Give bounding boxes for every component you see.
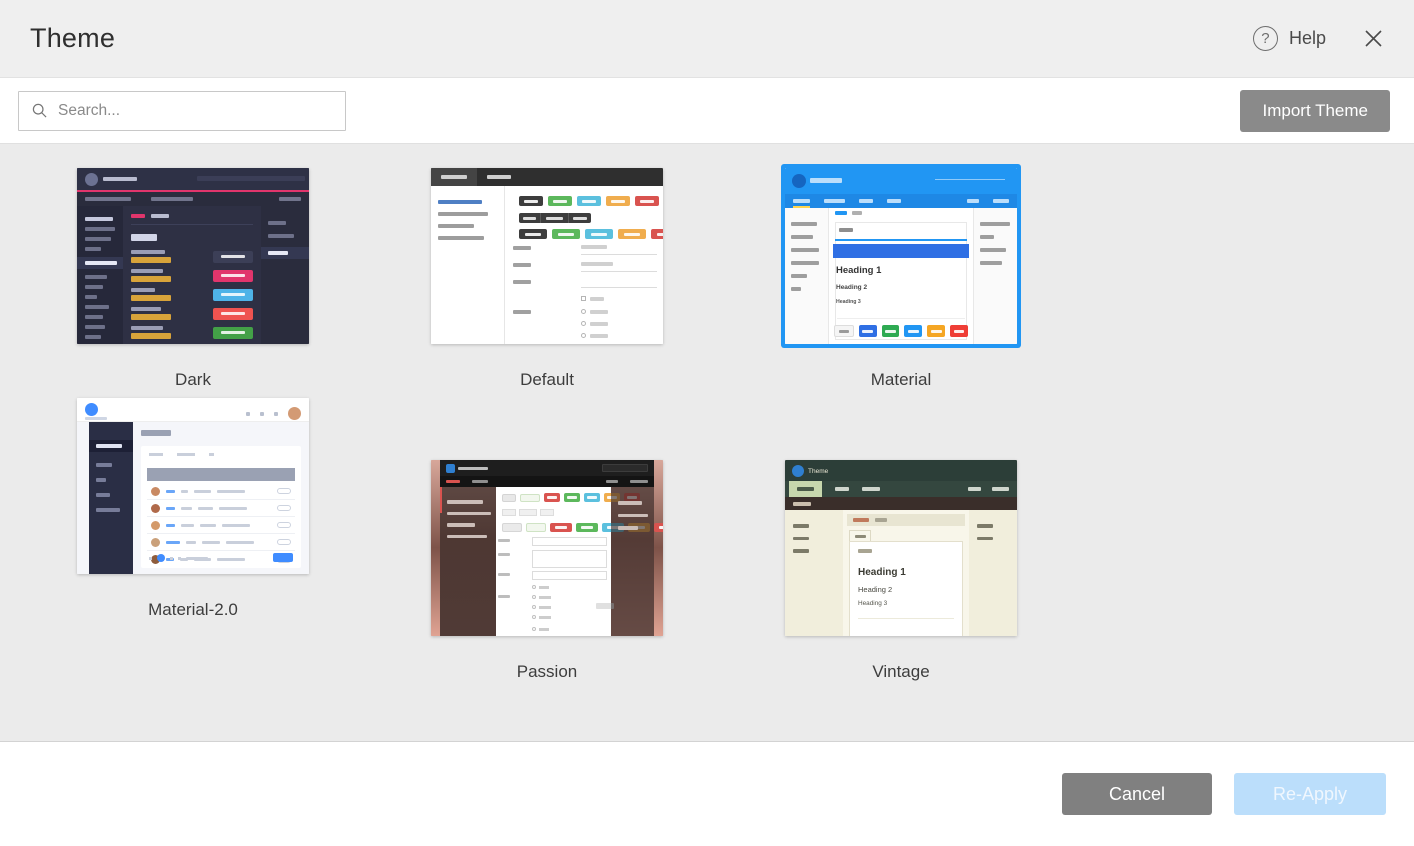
vintage-brand: Theme <box>808 468 828 475</box>
search-icon <box>32 103 47 118</box>
theme-card-shell-passion <box>427 456 667 640</box>
help-button[interactable]: ? Help <box>1247 22 1332 55</box>
theme-grid-container: Dark <box>0 143 1414 742</box>
theme-preview-material[interactable]: Heading 1 Heading 2 Heading 3 <box>785 168 1017 344</box>
theme-item-default[interactable]: Default <box>370 160 724 390</box>
dialog-footer: Cancel Re-Apply <box>0 742 1414 846</box>
theme-item-dark[interactable]: Dark <box>16 160 370 390</box>
theme-preview-material-2[interactable] <box>77 398 309 574</box>
theme-label: Material <box>871 370 931 390</box>
theme-card-shell-vintage: Theme <box>781 456 1021 640</box>
help-label: Help <box>1289 28 1326 49</box>
vintage-heading-1: Heading 1 <box>858 567 906 578</box>
theme-label: Passion <box>517 662 577 682</box>
theme-grid: Dark <box>0 160 1414 682</box>
vintage-heading-3: Heading 3 <box>858 600 887 607</box>
re-apply-button[interactable]: Re-Apply <box>1234 773 1386 815</box>
theme-label: Material-2.0 <box>148 600 238 620</box>
theme-dialog: Theme ? Help Import Theme <box>0 0 1414 846</box>
cancel-button[interactable]: Cancel <box>1062 773 1212 815</box>
question-circle-icon: ? <box>1253 26 1278 51</box>
theme-card-shell-default <box>427 164 667 348</box>
theme-label: Dark <box>175 370 211 390</box>
theme-item-vintage[interactable]: Theme <box>724 452 1078 682</box>
import-theme-button[interactable]: Import Theme <box>1240 90 1390 132</box>
close-icon[interactable] <box>1358 24 1388 54</box>
dialog-header: Theme ? Help <box>0 0 1414 78</box>
theme-preview-passion[interactable] <box>431 460 663 636</box>
theme-item-material-2[interactable]: Material-2.0 <box>16 390 370 682</box>
vintage-heading-2: Heading 2 <box>858 585 892 594</box>
toolbar: Import Theme <box>0 78 1414 143</box>
theme-preview-default[interactable] <box>431 168 663 344</box>
theme-preview-vintage[interactable]: Theme <box>785 460 1017 636</box>
search-box[interactable] <box>18 91 346 131</box>
theme-label: Vintage <box>872 662 929 682</box>
theme-card-shell-material: Heading 1 Heading 2 Heading 3 <box>781 164 1021 348</box>
theme-item-passion[interactable]: Passion <box>370 452 724 682</box>
theme-label: Default <box>520 370 574 390</box>
theme-item-material[interactable]: Heading 1 Heading 2 Heading 3 <box>724 160 1078 390</box>
theme-card-shell-material-2 <box>73 394 313 578</box>
page-title: Theme <box>30 23 115 54</box>
theme-card-shell-dark <box>73 164 313 348</box>
theme-preview-dark[interactable] <box>77 168 309 344</box>
search-input[interactable] <box>58 102 332 120</box>
